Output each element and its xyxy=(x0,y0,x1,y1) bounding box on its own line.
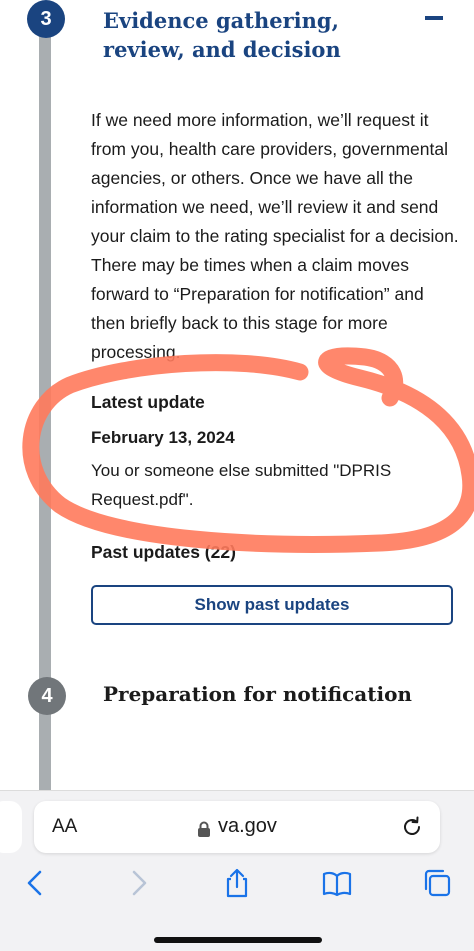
browser-toolbar: AA va.gov xyxy=(0,790,474,951)
address-bar[interactable]: AA va.gov xyxy=(34,801,440,853)
step-3-title[interactable]: Evidence gathering, review, and decision xyxy=(103,6,403,64)
chevron-right-icon[interactable] xyxy=(122,867,154,899)
lock-icon xyxy=(198,821,210,837)
chevron-left-icon[interactable] xyxy=(20,867,52,899)
reload-icon[interactable] xyxy=(400,815,424,839)
previous-tab-peek[interactable] xyxy=(0,801,22,853)
past-updates-heading: Past updates (22) xyxy=(91,542,236,562)
home-indicator xyxy=(154,937,322,943)
step-3-badge: 3 xyxy=(27,0,65,38)
tabs-icon[interactable] xyxy=(421,867,453,899)
latest-update-date: February 13, 2024 xyxy=(91,428,235,447)
show-past-updates-button[interactable]: Show past updates xyxy=(91,585,453,625)
minus-icon[interactable] xyxy=(425,16,443,20)
step-3-description: If we need more information, we’ll reque… xyxy=(91,110,459,362)
book-icon[interactable] xyxy=(321,867,353,899)
latest-update-text: You or someone else submitted "DPRIS Req… xyxy=(91,461,392,509)
step-4-badge: 4 xyxy=(28,677,66,715)
share-icon[interactable] xyxy=(221,867,253,899)
step-4-title[interactable]: Preparation for notification xyxy=(103,682,412,706)
latest-update-heading: Latest update xyxy=(91,392,205,412)
text-size-button[interactable]: AA xyxy=(52,816,77,838)
domain-label: va.gov xyxy=(218,815,277,837)
